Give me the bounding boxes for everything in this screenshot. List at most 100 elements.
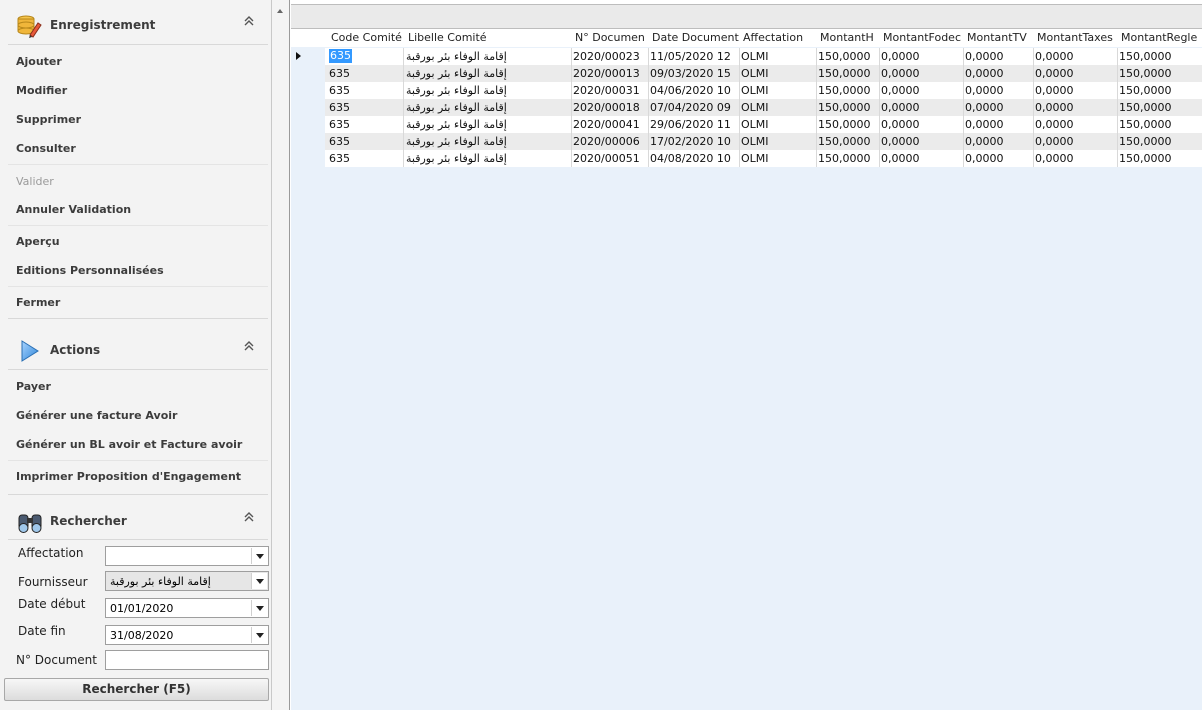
nav-fermer[interactable]: Fermer xyxy=(16,296,60,309)
nav-imprimer-proposition[interactable]: Imprimer Proposition d'Engagement xyxy=(16,470,241,483)
cell-date-document[interactable]: 04/08/2020 10 xyxy=(650,152,731,165)
panel-scrollbar[interactable] xyxy=(272,0,290,710)
cell-montanth[interactable]: 150,0000 xyxy=(818,152,871,165)
nav-editions-personnalisees[interactable]: Editions Personnalisées xyxy=(16,264,164,277)
table-row[interactable]: 635 إقامة الوفاء بئر بورقبة 2020/00018 07/0… xyxy=(291,99,1202,116)
cell-code-comite[interactable]: 635 xyxy=(329,135,350,148)
cell-montanttv[interactable]: 0,0000 xyxy=(965,50,1004,63)
double-chevron-up-icon[interactable] xyxy=(244,512,254,522)
column-header-montantfodec[interactable]: MontantFodec xyxy=(883,31,963,44)
cell-date-document[interactable]: 29/06/2020 11 xyxy=(650,118,731,131)
table-row[interactable]: 635 إقامة الوفاء بئر بورقبة 2020/00023 11/0… xyxy=(291,48,1202,65)
nav-supprimer[interactable]: Supprimer xyxy=(16,113,81,126)
cell-affectation[interactable]: OLMI xyxy=(741,135,769,148)
table-row[interactable]: 635 إقامة الوفاء بئر بورقبة 2020/00051 04/0… xyxy=(291,150,1202,167)
fournisseur-select[interactable]: إقامة الوفاء بئر بورقبة xyxy=(105,571,269,591)
cell-montantregle[interactable]: 150,0000 xyxy=(1119,50,1172,63)
cell-affectation[interactable]: OLMI xyxy=(741,152,769,165)
cell-montantfodec[interactable]: 0,0000 xyxy=(881,152,920,165)
column-header-montanth[interactable]: MontantH xyxy=(820,31,880,44)
column-header-montanttaxes[interactable]: MontantTaxes xyxy=(1037,31,1117,44)
dropdown-arrow-icon[interactable] xyxy=(251,548,267,564)
cell-date-document[interactable]: 11/05/2020 12 xyxy=(650,50,731,63)
cell-montanttv[interactable]: 0,0000 xyxy=(965,118,1004,131)
row-indicator[interactable] xyxy=(291,82,325,99)
cell-code-comite[interactable]: 635 xyxy=(329,49,352,63)
table-row[interactable]: 635 إقامة الوفاء بئر بورقبة 2020/00041 29/0… xyxy=(291,116,1202,133)
dropdown-arrow-icon[interactable] xyxy=(251,627,267,643)
cell-code-comite[interactable]: 635 xyxy=(329,101,350,114)
cell-montanttaxes[interactable]: 0,0000 xyxy=(1035,67,1074,80)
row-indicator[interactable] xyxy=(291,99,325,116)
cell-num-document[interactable]: 2020/00051 xyxy=(573,152,640,165)
cell-libelle-comite[interactable]: إقامة الوفاء بئر بورقبة xyxy=(406,135,507,148)
rechercher-button[interactable]: Rechercher (F5) xyxy=(4,678,269,701)
column-header-num-document[interactable]: N° Documen xyxy=(575,31,649,44)
double-chevron-up-icon[interactable] xyxy=(244,341,254,351)
cell-num-document[interactable]: 2020/00023 xyxy=(573,50,640,63)
nav-annuler-validation[interactable]: Annuler Validation xyxy=(16,203,131,216)
cell-num-document[interactable]: 2020/00006 xyxy=(573,135,640,148)
cell-code-comite[interactable]: 635 xyxy=(329,67,350,80)
table-row[interactable]: 635 إقامة الوفاء بئر بورقبة 2020/00006 17/0… xyxy=(291,133,1202,150)
row-indicator[interactable] xyxy=(291,48,325,65)
cell-montanttaxes[interactable]: 0,0000 xyxy=(1035,118,1074,131)
cell-affectation[interactable]: OLMI xyxy=(741,67,769,80)
cell-code-comite[interactable]: 635 xyxy=(329,84,350,97)
cell-libelle-comite[interactable]: إقامة الوفاء بئر بورقبة xyxy=(406,152,507,165)
section-enregistrement-header[interactable]: Enregistrement xyxy=(6,8,268,42)
column-header-libelle-comite[interactable]: Libelle Comité xyxy=(408,31,568,44)
cell-montanttaxes[interactable]: 0,0000 xyxy=(1035,135,1074,148)
cell-montanttv[interactable]: 0,0000 xyxy=(965,84,1004,97)
cell-montanttaxes[interactable]: 0,0000 xyxy=(1035,152,1074,165)
cell-num-document[interactable]: 2020/00041 xyxy=(573,118,640,131)
cell-montantregle[interactable]: 150,0000 xyxy=(1119,118,1172,131)
nav-apercu[interactable]: Aperçu xyxy=(16,235,60,248)
nav-ajouter[interactable]: Ajouter xyxy=(16,55,62,68)
cell-montanttaxes[interactable]: 0,0000 xyxy=(1035,84,1074,97)
cell-montanttv[interactable]: 0,0000 xyxy=(965,135,1004,148)
column-header-montantregle[interactable]: MontantRegle xyxy=(1121,31,1201,44)
cell-montantregle[interactable]: 150,0000 xyxy=(1119,152,1172,165)
scroll-up-arrow-icon[interactable] xyxy=(277,9,283,13)
cell-affectation[interactable]: OLMI xyxy=(741,84,769,97)
cell-montanth[interactable]: 150,0000 xyxy=(818,135,871,148)
cell-montanttaxes[interactable]: 0,0000 xyxy=(1035,101,1074,114)
row-indicator[interactable] xyxy=(291,150,325,167)
cell-montantregle[interactable]: 150,0000 xyxy=(1119,135,1172,148)
table-row[interactable]: 635 إقامة الوفاء بئر بورقبة 2020/00013 09/0… xyxy=(291,65,1202,82)
cell-affectation[interactable]: OLMI xyxy=(741,118,769,131)
cell-montanttv[interactable]: 0,0000 xyxy=(965,101,1004,114)
double-chevron-up-icon[interactable] xyxy=(244,16,254,26)
cell-montantregle[interactable]: 150,0000 xyxy=(1119,84,1172,97)
cell-date-document[interactable]: 17/02/2020 10 xyxy=(650,135,731,148)
cell-num-document[interactable]: 2020/00018 xyxy=(573,101,640,114)
nav-modifier[interactable]: Modifier xyxy=(16,84,67,97)
row-indicator[interactable] xyxy=(291,116,325,133)
table-row[interactable]: 635 إقامة الوفاء بئر بورقبة 2020/00031 04/0… xyxy=(291,82,1202,99)
cell-montanth[interactable]: 150,0000 xyxy=(818,101,871,114)
affectation-select[interactable] xyxy=(105,546,269,566)
cell-libelle-comite[interactable]: إقامة الوفاء بئر بورقبة xyxy=(406,67,507,80)
cell-libelle-comite[interactable]: إقامة الوفاء بئر بورقبة xyxy=(406,84,507,97)
cell-montantfodec[interactable]: 0,0000 xyxy=(881,67,920,80)
cell-montantfodec[interactable]: 0,0000 xyxy=(881,118,920,131)
cell-affectation[interactable]: OLMI xyxy=(741,101,769,114)
cell-date-document[interactable]: 09/03/2020 15 xyxy=(650,67,731,80)
column-header-montanttv[interactable]: MontantTV xyxy=(967,31,1033,44)
date-fin-picker[interactable]: 31/08/2020 xyxy=(105,625,269,645)
cell-montanttaxes[interactable]: 0,0000 xyxy=(1035,50,1074,63)
column-header-date-document[interactable]: Date Document xyxy=(652,31,742,44)
cell-montantfodec[interactable]: 0,0000 xyxy=(881,50,920,63)
date-debut-picker[interactable]: 01/01/2020 xyxy=(105,598,269,618)
nav-consulter[interactable]: Consulter xyxy=(16,142,76,155)
row-indicator[interactable] xyxy=(291,65,325,82)
cell-date-document[interactable]: 07/04/2020 09 xyxy=(650,101,731,114)
dropdown-arrow-icon[interactable] xyxy=(251,600,267,616)
row-indicator[interactable] xyxy=(291,133,325,150)
cell-montanth[interactable]: 150,0000 xyxy=(818,118,871,131)
cell-num-document[interactable]: 2020/00031 xyxy=(573,84,640,97)
column-header-code-comite[interactable]: Code Comité xyxy=(331,31,405,44)
cell-libelle-comite[interactable]: إقامة الوفاء بئر بورقبة xyxy=(406,118,507,131)
column-header-affectation[interactable]: Affectation xyxy=(743,31,817,44)
